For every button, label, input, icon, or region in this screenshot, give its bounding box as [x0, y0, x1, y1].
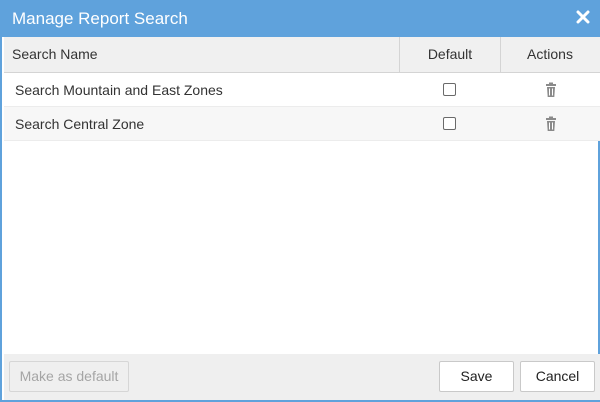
table-row[interactable]: Search Mountain and East Zones [4, 73, 600, 107]
default-checkbox[interactable] [443, 117, 456, 130]
default-checkbox[interactable] [443, 83, 456, 96]
column-header-search-name[interactable]: Search Name [12, 37, 98, 72]
dialog-title: Manage Report Search [12, 9, 188, 28]
cancel-button[interactable]: Cancel [520, 361, 595, 392]
column-header-actions: Actions [527, 46, 573, 62]
column-header-default[interactable]: Default [400, 37, 500, 72]
search-name-cell: Search Central Zone [15, 116, 145, 132]
trash-icon[interactable] [543, 82, 559, 98]
table-row[interactable]: Search Central Zone [4, 107, 600, 141]
table-header: Search Name Default Actions [4, 37, 600, 73]
dialog-footer: Make as default Save Cancel [4, 354, 600, 400]
close-icon[interactable] [576, 10, 590, 24]
save-button[interactable]: Save [439, 361, 514, 392]
manage-report-search-dialog: Manage Report Search Search Name Default… [0, 0, 600, 402]
search-name-cell: Search Mountain and East Zones [15, 82, 223, 98]
dialog-titlebar: Manage Report Search [0, 0, 600, 37]
trash-icon[interactable] [543, 116, 559, 132]
make-as-default-button[interactable]: Make as default [9, 361, 129, 392]
